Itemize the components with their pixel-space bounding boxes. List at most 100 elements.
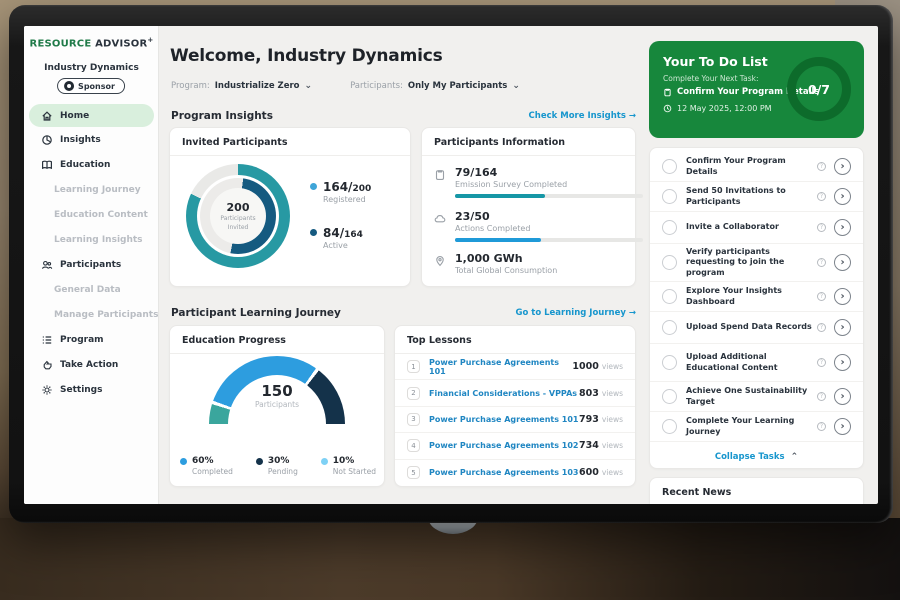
- home-icon: [41, 110, 53, 122]
- completed-legend: 60% Completed: [180, 456, 233, 476]
- sidebar-item-label: Program: [60, 335, 104, 345]
- go-button[interactable]: ›: [834, 388, 851, 405]
- rank-badge: 3: [407, 413, 420, 426]
- info-icon: ?: [817, 358, 826, 367]
- stat-value: 79/164: [455, 166, 643, 179]
- go-button[interactable]: ›: [834, 418, 851, 435]
- program-filter[interactable]: Program: Industrialize Zero ⌄: [171, 81, 312, 91]
- sidebar-item-label: Manage Participants: [54, 310, 158, 320]
- sidebar-item-participants[interactable]: Participants: [24, 252, 159, 277]
- lesson-link[interactable]: Power Purchase Agreements 103: [429, 468, 579, 477]
- checkbox[interactable]: [662, 220, 677, 235]
- checkbox[interactable]: [662, 189, 677, 204]
- lesson-row: 5 Power Purchase Agreements 103 600 view…: [395, 460, 635, 486]
- todo-item[interactable]: Verify participants requesting to join t…: [650, 244, 863, 282]
- checkbox[interactable]: [662, 255, 677, 270]
- sidebar-item-settings[interactable]: Settings: [24, 377, 159, 402]
- todo-item[interactable]: Complete Your Learning Journey ? ›: [650, 412, 863, 442]
- todo-item[interactable]: Achieve One Sustainability Target ? ›: [650, 382, 863, 412]
- sponsor-icon: [64, 81, 74, 91]
- stat-label: Total Global Consumption: [455, 266, 557, 275]
- gauge-legend: 60% Completed 30% Pending: [180, 456, 376, 476]
- views-count: 734: [579, 440, 599, 451]
- settings-icon: [41, 384, 53, 396]
- sidebar-item-program[interactable]: Program: [24, 327, 159, 352]
- todo-item[interactable]: Upload Additional Educational Content ? …: [650, 344, 863, 382]
- lesson-row: 3 Power Purchase Agreements 101 793 view…: [395, 407, 635, 433]
- chevron-right-icon: ›: [840, 391, 844, 402]
- todo-progress-value: 0/7: [808, 82, 830, 97]
- invited-participants-donut-chart: 200 Participants Invited: [186, 164, 290, 268]
- go-button[interactable]: ›: [834, 354, 851, 371]
- link-label: Check More Insights: [529, 111, 626, 121]
- sidebar-item-take-action[interactable]: Take Action: [24, 352, 159, 377]
- sidebar-nav: Home Insights Education Learning Journey: [24, 104, 159, 402]
- go-button[interactable]: ›: [834, 319, 851, 336]
- progress-fill: [455, 238, 541, 242]
- participants-filter[interactable]: Participants: Only My Participants ⌄: [350, 81, 520, 91]
- active-value: 84/: [323, 226, 344, 240]
- registered-dot: [310, 183, 317, 190]
- lesson-link[interactable]: Power Purchase Agreements 101: [429, 358, 572, 376]
- education-gauge-chart: 150 Participants: [170, 356, 384, 424]
- chevron-down-icon: ⌄: [305, 81, 313, 91]
- stat-label: Actions Completed: [455, 224, 643, 233]
- screen: RESOURCE ADVISOR+ Industry Dynamics Spon…: [24, 26, 878, 504]
- stat-value: 23/50: [455, 210, 643, 223]
- sidebar-item-label: Learning Journey: [54, 185, 141, 195]
- participants-information-card: Participants Information 79/164 Emission…: [421, 127, 636, 287]
- checkbox[interactable]: [662, 389, 677, 404]
- completed-dot: [180, 458, 187, 465]
- sidebar-item-learning-journey[interactable]: Learning Journey: [24, 177, 159, 202]
- checkbox[interactable]: [662, 320, 677, 335]
- todo-item[interactable]: Confirm Your Program Details ? ›: [650, 152, 863, 182]
- lesson-link[interactable]: Power Purchase Agreements 101: [429, 415, 579, 424]
- todo-item[interactable]: Invite a Collaborator ? ›: [650, 212, 863, 244]
- monitor-bezel: RESOURCE ADVISOR+ Industry Dynamics Spon…: [9, 5, 893, 523]
- card-title: Education Progress: [170, 326, 384, 354]
- insights-icon: [41, 134, 53, 146]
- sidebar-item-education-content[interactable]: Education Content: [24, 202, 159, 227]
- sidebar-item-label: Learning Insights: [54, 235, 143, 245]
- sidebar-item-insights[interactable]: Insights: [24, 127, 159, 152]
- sidebar-item-education[interactable]: Education: [24, 152, 159, 177]
- go-to-learning-journey-link[interactable]: Go to Learning Journey →: [444, 308, 636, 318]
- lesson-link[interactable]: Power Purchase Agreements 102: [429, 441, 579, 450]
- stat-label: Emission Survey Completed: [455, 180, 643, 189]
- checkbox[interactable]: [662, 289, 677, 304]
- sidebar-item-home[interactable]: Home: [29, 104, 154, 127]
- go-button[interactable]: ›: [834, 219, 851, 236]
- pending-dot: [256, 458, 263, 465]
- todo-item[interactable]: Upload Spend Data Records ? ›: [650, 312, 863, 344]
- sidebar-item-learning-insights[interactable]: Learning Insights: [24, 227, 159, 252]
- program-filter-label: Program:: [171, 81, 210, 91]
- sidebar-item-general-data[interactable]: General Data: [24, 277, 159, 302]
- page-title: Welcome, Industry Dynamics: [170, 46, 443, 66]
- checkbox[interactable]: [662, 159, 677, 174]
- todo-subtitle: Complete Your Next Task:: [663, 74, 759, 83]
- consumption-stat: 1,000 GWh Total Global Consumption: [434, 252, 650, 275]
- sidebar-item-label: Take Action: [60, 360, 118, 370]
- todo-item[interactable]: Explore Your Insights Dashboard ? ›: [650, 282, 863, 312]
- lesson-row: 4 Power Purchase Agreements 102 734 view…: [395, 433, 635, 459]
- stat-value: 1,000 GWh: [455, 252, 557, 265]
- go-button[interactable]: ›: [834, 188, 851, 205]
- sidebar-item-manage-participants[interactable]: Manage Participants: [24, 302, 159, 327]
- sponsor-badge[interactable]: Sponsor: [57, 78, 125, 94]
- arrow-right-icon: →: [629, 111, 636, 121]
- lesson-row: 2 Financial Considerations - VPPAs 803 v…: [395, 380, 635, 406]
- views-count: 1000: [572, 361, 598, 372]
- checkbox[interactable]: [662, 419, 677, 434]
- recent-news-title: Recent News: [650, 478, 863, 504]
- go-button[interactable]: ›: [834, 158, 851, 175]
- collapse-tasks-link[interactable]: Collapse Tasks ⌃: [650, 442, 863, 472]
- go-button[interactable]: ›: [834, 288, 851, 305]
- todo-item[interactable]: Send 50 Invitations to Participants ? ›: [650, 182, 863, 212]
- progress-fill: [455, 194, 545, 198]
- check-more-insights-link[interactable]: Check More Insights →: [444, 111, 636, 121]
- go-button[interactable]: ›: [834, 254, 851, 271]
- lesson-link[interactable]: Financial Considerations - VPPAs: [429, 389, 579, 398]
- not-started-dot: [321, 458, 328, 465]
- checkbox[interactable]: [662, 355, 677, 370]
- donut-center: 200 Participants Invited: [210, 188, 266, 244]
